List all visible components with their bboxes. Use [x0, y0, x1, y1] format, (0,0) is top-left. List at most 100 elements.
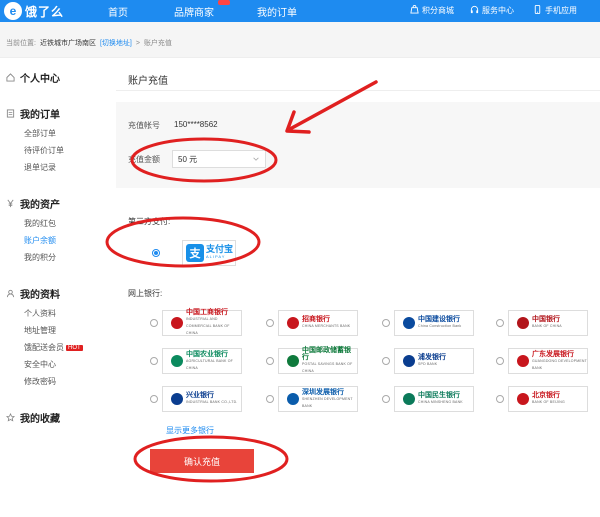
bank-radio[interactable] [150, 357, 158, 365]
switch-address-link[interactable]: [切换地址] [100, 38, 132, 48]
sidebar-item-address-management[interactable]: 地址管理 [24, 325, 56, 336]
bank-option[interactable]: 广东发展银行 GUANGDONG DEVELOPMENT BANK [508, 348, 588, 374]
bank-name: 中国邮政储蓄银行 [302, 347, 351, 361]
bank-radio[interactable] [150, 319, 158, 327]
bank-option[interactable]: 中国银行 BANK OF CHINA [508, 310, 588, 336]
bank-logo-icon [403, 393, 415, 405]
bank-logo-icon [171, 393, 183, 405]
phone-icon [533, 5, 542, 16]
nav-my-orders[interactable]: 我的订单 [257, 4, 297, 19]
sidebar-item-security-center[interactable]: 安全中心 [24, 359, 56, 370]
sidebar-item-refund-records[interactable]: 退单记录 [24, 162, 56, 173]
bank-option[interactable]: 浦发银行 SPD BANK [394, 348, 474, 374]
amount-select[interactable]: 50 元 [172, 150, 266, 168]
bank-name-en: INDUSTRIAL BANK CO.,LTD. [186, 400, 238, 404]
user-icon [6, 289, 15, 298]
sidebar-section-orders[interactable]: 我的订单 [6, 106, 60, 121]
service-center-label: 服务中心 [482, 6, 514, 15]
points-mall-link[interactable]: 积分商城 [410, 5, 454, 16]
sidebar-item-personal-info[interactable]: 个人资料 [24, 308, 56, 319]
sidebar-section-label: 我的收藏 [20, 414, 60, 425]
bank-logo-icon [403, 317, 415, 329]
alipay-option[interactable]: 支 支付宝 ALIPAY [182, 240, 236, 266]
bag-icon [410, 5, 419, 16]
account-value: 150****8562 [174, 120, 218, 129]
breadcrumb-prefix: 当前位置: [6, 40, 36, 47]
title-divider [116, 90, 600, 91]
bank-logo-icon [287, 355, 299, 367]
service-center-link[interactable]: 服务中心 [470, 5, 514, 16]
bank-option[interactable]: 北京银行 BANK OF BEIJING [508, 386, 588, 412]
bank-logo-icon [171, 355, 183, 367]
bank-name-en: POSTAL SAVINGS BANK OF CHINA [302, 362, 353, 373]
sidebar-item-change-password[interactable]: 修改密码 [24, 376, 56, 387]
bank-radio[interactable] [496, 319, 504, 327]
bank-radio[interactable] [266, 395, 274, 403]
sidebar-section-profile[interactable]: 我的资料 [6, 286, 60, 301]
breadcrumb-location: 近铁城市广场南区 [39, 40, 96, 47]
bank-radio[interactable] [382, 319, 390, 327]
top-navbar: e 饿了么 首页 品牌商家 我的订单 积分商城 服务中心 手机应用 [0, 0, 600, 22]
bank-name: 中国民生银行 [418, 392, 460, 399]
alipay-radio[interactable] [152, 249, 160, 257]
bank-name-en: AGRICULTURAL BANK OF CHINA [186, 358, 233, 370]
logo[interactable]: e 饿了么 [4, 1, 64, 21]
bank-name: 中国农业银行 [186, 350, 228, 358]
order-icon [6, 109, 15, 118]
breadcrumb-current: 账户充值 [143, 40, 172, 47]
sidebar-item-delivery-member[interactable]: 饿配送会员 HOT [24, 342, 83, 353]
bank-radio[interactable] [382, 395, 390, 403]
delivery-member-label: 饿配送会员 [24, 343, 64, 352]
nav-brands[interactable]: 品牌商家 [174, 0, 230, 19]
bank-logo-icon [287, 317, 299, 329]
bank-radio[interactable] [150, 395, 158, 403]
bank-radio[interactable] [496, 395, 504, 403]
main-content: 账户充值 充值帐号 150****8562 充值金额 50 元 第三方支付: 支… [116, 58, 600, 517]
bank-logo-icon [517, 355, 529, 367]
bank-option[interactable]: 兴业银行 INDUSTRIAL BANK CO.,LTD. [162, 386, 242, 412]
nav-home[interactable]: 首页 [108, 4, 128, 19]
account-label: 充值帐号 [128, 121, 160, 130]
amount-select-value: 50 元 [178, 155, 198, 164]
bank-name: 招商银行 [302, 316, 330, 323]
bank-logo-icon [287, 393, 299, 405]
bank-option[interactable]: 中国工商银行 INDUSTRIAL AND COMMERCIAL BANK OF … [162, 309, 242, 336]
sidebar: 个人中心 我的订单 全部订单 待评价订单 退单记录 我的资产 我的红包 账户余额… [0, 58, 106, 517]
sidebar-item-red-packets[interactable]: 我的红包 [24, 218, 56, 229]
alipay-name-en: ALIPAY [206, 254, 226, 259]
bank-option[interactable]: 招商银行 CHINA MERCHANTS BANK [278, 310, 358, 336]
show-more-banks-link[interactable]: 显示更多银行 [166, 425, 214, 436]
nav-brands-label: 品牌商家 [174, 8, 214, 19]
sidebar-section-label: 我的订单 [20, 110, 60, 121]
bank-name-en: BANK OF BEIJING [532, 400, 565, 404]
breadcrumb-bar: 当前位置: 近铁城市广场南区 [切换地址] > 账户充值 [0, 22, 600, 58]
breadcrumb: 当前位置: 近铁城市广场南区 [切换地址] > 账户充值 [6, 38, 172, 48]
bank-option[interactable]: 中国民生银行 CHINA MINSHENG BANK [394, 386, 474, 412]
sidebar-section-label: 我的资产 [20, 200, 60, 211]
bank-name: 深圳发展银行 [302, 388, 344, 396]
bank-option[interactable]: 中国邮政储蓄银行 POSTAL SAVINGS BANK OF CHINA [278, 347, 358, 374]
bank-radio[interactable] [496, 357, 504, 365]
bank-option[interactable]: 深圳发展银行 SHENZHEN DEVELOPMENT BANK [278, 386, 358, 412]
sidebar-item-pending-reviews[interactable]: 待评价订单 [24, 145, 64, 156]
bank-radio[interactable] [266, 319, 274, 327]
bank-name-en: BANK OF CHINA [532, 324, 562, 328]
mobile-app-link[interactable]: 手机应用 [533, 5, 577, 16]
sidebar-item-all-orders[interactable]: 全部订单 [24, 128, 56, 139]
sidebar-item-points[interactable]: 我的积分 [24, 252, 56, 263]
logo-mark: e [4, 2, 22, 20]
confirm-recharge-button[interactable]: 确认充值 [150, 449, 254, 473]
sidebar-section-assets[interactable]: 我的资产 [6, 196, 60, 211]
sidebar-section-personal-center[interactable]: 个人中心 [6, 70, 60, 85]
bank-option[interactable]: 中国建设银行 China Construction Bank [394, 310, 474, 336]
sidebar-section-favorites[interactable]: 我的收藏 [6, 410, 60, 425]
sidebar-item-account-balance[interactable]: 账户余额 [24, 235, 56, 246]
sidebar-section-label: 个人中心 [20, 74, 60, 85]
bank-radio[interactable] [266, 357, 274, 365]
bank-radio[interactable] [382, 357, 390, 365]
amount-label: 充值金额 [128, 155, 160, 164]
bank-option[interactable]: 中国农业银行 AGRICULTURAL BANK OF CHINA [162, 348, 242, 374]
hot-badge: HOT [66, 345, 83, 351]
third-party-label: 第三方支付: [128, 217, 171, 226]
bank-logo-icon [517, 393, 529, 405]
